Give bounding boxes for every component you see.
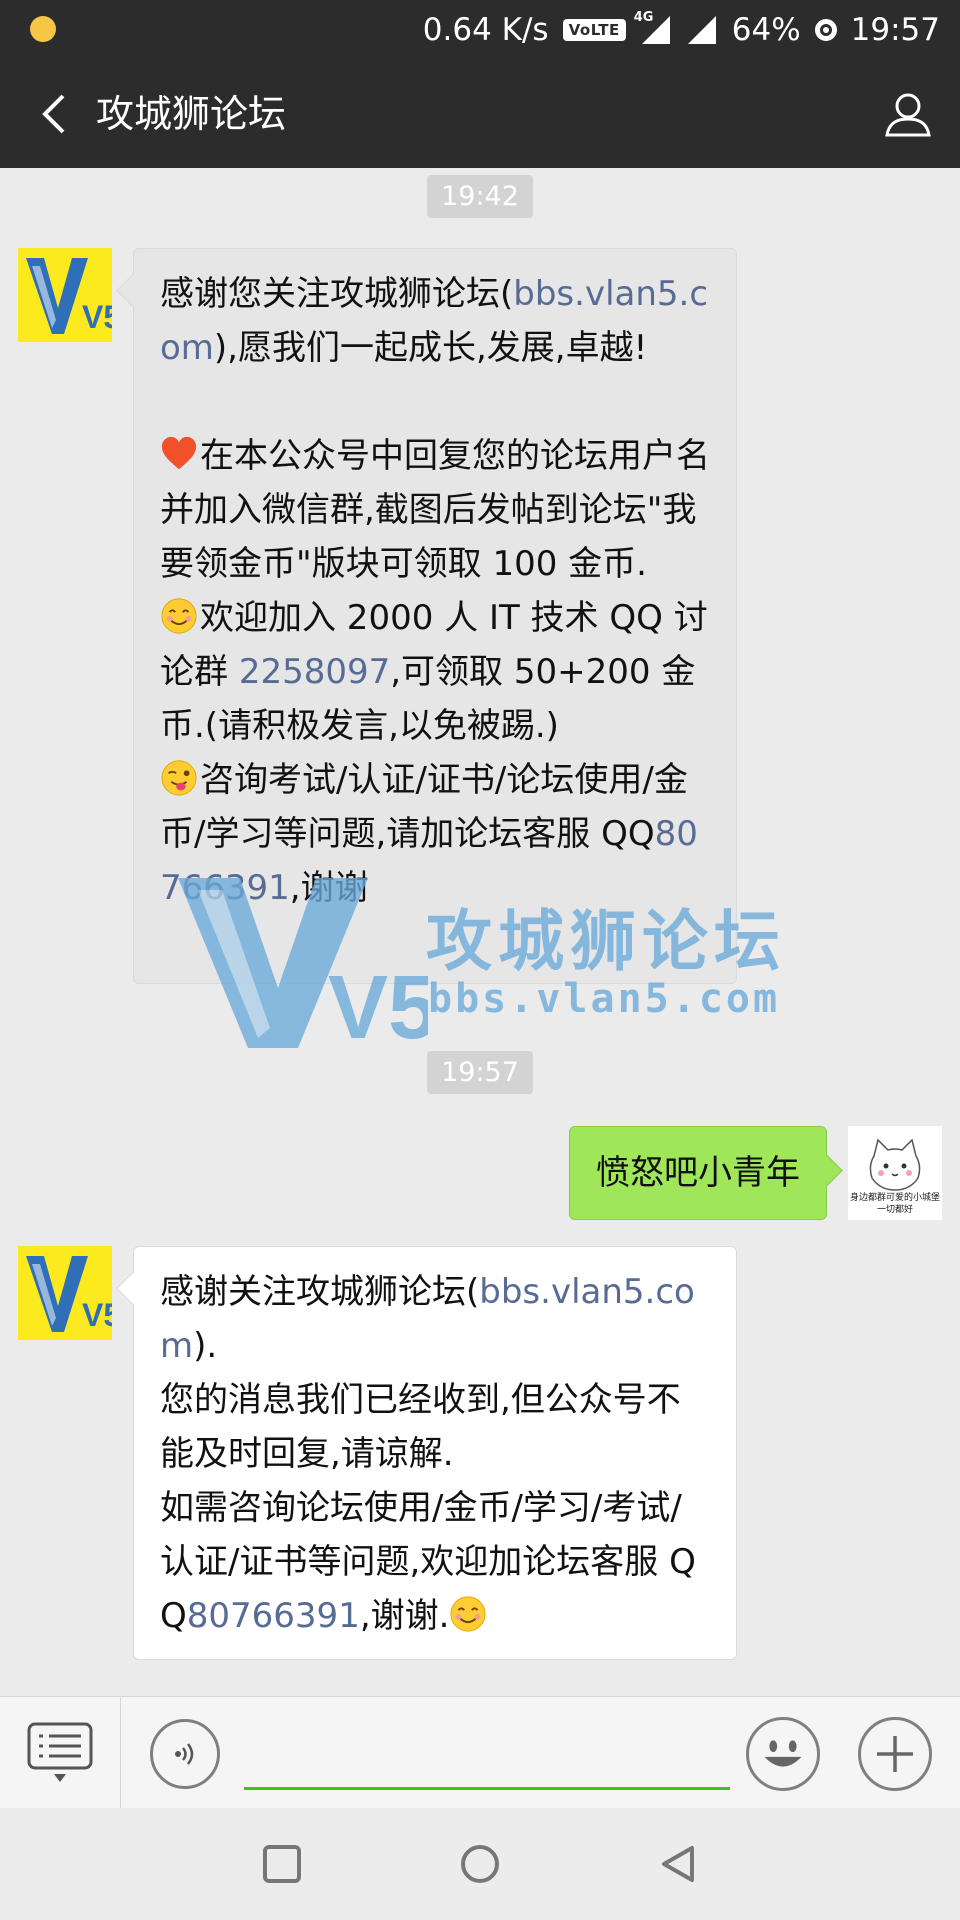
system-nav-bar xyxy=(0,1808,960,1920)
recent-apps-button[interactable] xyxy=(254,1836,310,1892)
message-text: 咨询考试/认证/证书/论坛使用/金币/学习等问题,请加论坛客服 QQ xyxy=(160,760,688,854)
title-bar: 攻城狮论坛 xyxy=(0,60,960,168)
battery-level: 64% xyxy=(731,12,801,48)
keyboard-menu-icon xyxy=(27,1722,93,1782)
avatar-logo-text: V5 xyxy=(82,299,112,335)
menu-toggle-button[interactable] xyxy=(0,1697,121,1809)
heart-icon xyxy=(161,436,197,470)
person-icon xyxy=(885,93,931,137)
network-speed: 0.64 K/s xyxy=(422,12,549,48)
message-text: ),愿我们一起成长,发展,卓越! xyxy=(213,328,648,368)
status-bar: 0.64 K/s VoLTE 4G 64% 19:57 xyxy=(0,0,960,60)
back-button[interactable] xyxy=(26,86,82,142)
emoji-button[interactable] xyxy=(746,1717,820,1791)
message-text: 感谢关注攻城狮论坛( xyxy=(160,1272,480,1312)
qq-service-link[interactable]: 80766391 xyxy=(187,1596,360,1636)
clock: 19:57 xyxy=(850,12,940,48)
avatar-caption: 身边都群可爱的小城堡一切都好 xyxy=(850,1193,941,1215)
triangle-back-icon xyxy=(662,1846,694,1882)
timestamp: 19:57 xyxy=(427,1051,533,1094)
chevron-left-icon xyxy=(42,94,65,134)
official-account-avatar[interactable]: V5 xyxy=(18,248,112,342)
square-icon xyxy=(263,1845,301,1883)
signal-4g-icon: 4G xyxy=(634,10,672,46)
back-nav-button[interactable] xyxy=(650,1836,706,1892)
status-indicators: 0.64 K/s VoLTE 4G 64% 19:57 xyxy=(423,0,940,60)
more-button[interactable] xyxy=(858,1717,932,1791)
message-text: ,谢谢. xyxy=(359,1596,450,1636)
message-text: 您的消息我们已经收到,但公众号不能及时回复,请谅解. xyxy=(160,1380,681,1474)
chat-area[interactable]: 19:42 V5 感谢您关注攻城狮论坛(bbs.vlan5.com),愿我们一起… xyxy=(0,168,960,1696)
circle-icon xyxy=(461,1845,499,1883)
user-avatar[interactable]: 身边都群可爱的小城堡一切都好 xyxy=(848,1126,942,1220)
message-text: 在本公众号中回复您的论坛用户名并加入微信群,截图后发帖到论坛"我要领金币"版块可… xyxy=(160,436,710,584)
profile-button[interactable] xyxy=(876,82,940,146)
message-bubble-welcome[interactable]: 感谢您关注攻城狮论坛(bbs.vlan5.com),愿我们一起成长,发展,卓越!… xyxy=(133,248,737,984)
smiley-icon xyxy=(764,1740,802,1767)
message-bubble-autoreply[interactable]: 感谢关注攻城狮论坛(bbs.vlan5.com). 您的消息我们已经收到,但公众… xyxy=(133,1246,737,1660)
timestamp: 19:42 xyxy=(427,175,533,218)
smiley-blush-icon xyxy=(161,598,197,634)
battery-saver-icon xyxy=(814,19,837,41)
input-bar xyxy=(0,1696,960,1809)
official-account-avatar[interactable]: V5 xyxy=(18,1246,112,1340)
message-text: 感谢您关注攻城狮论坛( xyxy=(160,274,514,314)
voice-icon xyxy=(175,1743,194,1765)
plus-icon xyxy=(877,1736,913,1772)
notification-dot-icon xyxy=(30,16,56,42)
home-button[interactable] xyxy=(452,1836,508,1892)
smiley-blush-icon xyxy=(450,1596,487,1632)
voice-button[interactable] xyxy=(150,1719,220,1789)
avatar-logo-text: V5 xyxy=(82,1297,112,1333)
message-input[interactable] xyxy=(244,1723,730,1790)
message-bubble-sent[interactable]: 愤怒吧小青年 xyxy=(569,1126,827,1220)
signal-icon xyxy=(686,14,718,46)
wink-tongue-icon xyxy=(161,760,197,796)
message-text: ). xyxy=(193,1326,218,1366)
message-text: ,谢谢 xyxy=(289,868,369,908)
volte-badge: VoLTE xyxy=(562,19,626,41)
qq-group-link[interactable]: 2258097 xyxy=(239,652,390,692)
page-title: 攻城狮论坛 xyxy=(96,92,287,136)
